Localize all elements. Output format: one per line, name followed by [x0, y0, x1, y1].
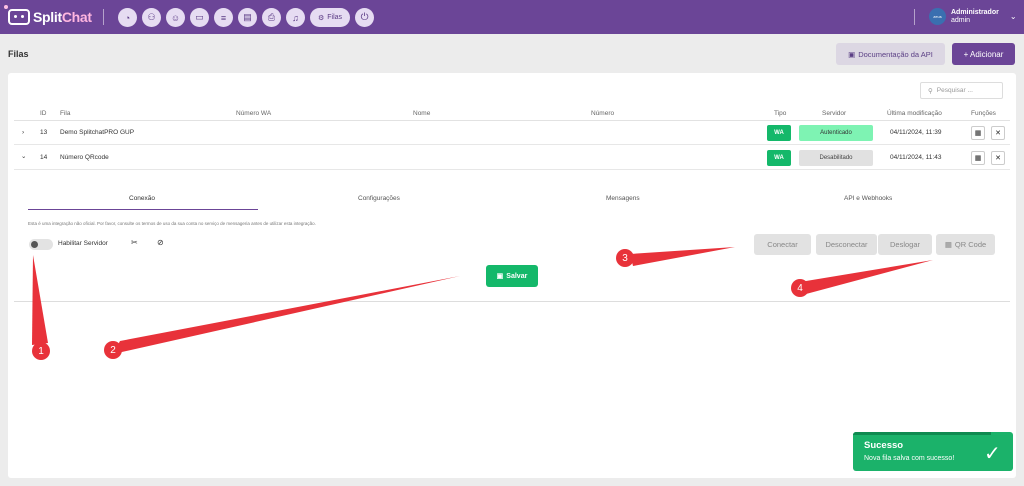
arrow-1: [32, 255, 48, 345]
toast-progress: [853, 432, 991, 435]
toast-title: Sucesso: [864, 440, 904, 451]
annotation-badge-4: 4: [791, 279, 809, 297]
toast-message: Nova fila salva com sucesso!: [864, 455, 955, 462]
success-toast[interactable]: Sucesso Nova fila salva com sucesso! ✓: [853, 432, 1013, 471]
arrow-3: [630, 247, 735, 266]
check-icon: ✓: [984, 443, 1001, 465]
annotation-badge-1: 1: [32, 342, 50, 360]
annotation-badge-3: 3: [616, 249, 634, 267]
annotation-badge-2: 2: [104, 341, 122, 359]
arrow-4: [800, 260, 933, 294]
annotation-arrows: [32, 247, 933, 354]
arrow-2: [113, 276, 460, 354]
